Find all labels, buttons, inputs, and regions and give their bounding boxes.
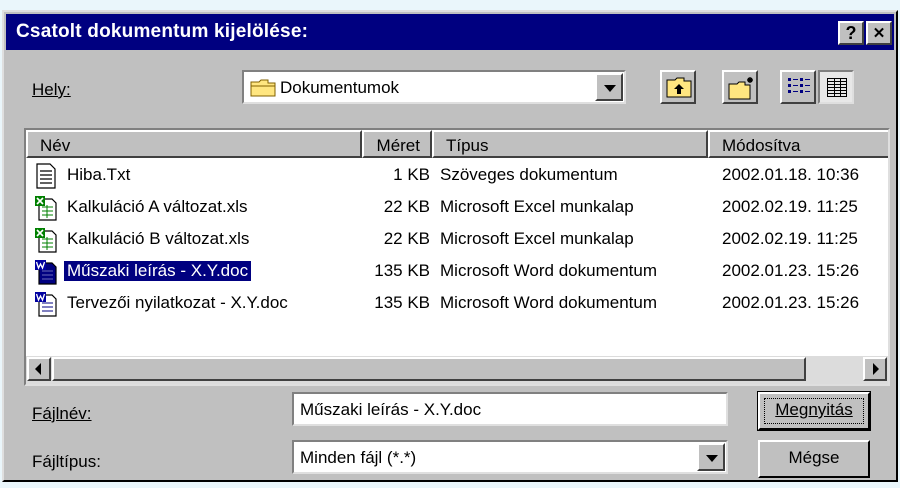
excel-file-icon [35, 228, 57, 253]
scroll-thumb[interactable] [52, 357, 806, 381]
new-folder-button[interactable] [722, 70, 758, 104]
column-header-name[interactable]: Név [26, 130, 362, 158]
file-name: Tervezői nyilatkozat - X.Y.doc [67, 293, 288, 312]
file-modified: 2002.01.18. 10:36 [722, 165, 860, 184]
file-name: Hiba.Txt [67, 165, 131, 184]
up-one-level-button[interactable] [660, 70, 696, 104]
filetype-label: Fájltípus: [32, 452, 101, 471]
text-file-icon [36, 163, 56, 189]
word-file-icon [35, 260, 57, 285]
filename-input[interactable]: Műszaki leírás - X.Y.doc [292, 392, 728, 426]
file-modified: 2002.02.19. 11:25 [722, 229, 858, 248]
details-view-button[interactable] [818, 70, 854, 104]
file-name: Műszaki leírás - X.Y.doc [62, 260, 253, 282]
file-type: Microsoft Word dokumentum [440, 261, 657, 280]
file-size: 135 KB [374, 293, 430, 312]
filetype-dropdown-button[interactable] [697, 443, 725, 471]
scroll-left-button[interactable] [27, 357, 51, 381]
filetype-value: Minden fájl (*.*) [300, 448, 417, 467]
open-file-dialog: Csatolt dokumentum kijelölése: ? ✕ Hely:… [2, 10, 898, 482]
file-row-selected[interactable]: Műszaki leírás - X.Y.doc 135 KB Microsof… [26, 256, 888, 288]
location-dropdown-button[interactable] [595, 73, 623, 101]
filename-value: Műszaki leírás - X.Y.doc [300, 400, 482, 419]
file-modified: 2002.01.23. 15:26 [722, 293, 860, 312]
file-type: Microsoft Word dokumentum [440, 293, 657, 312]
arrow-left-icon [35, 363, 41, 375]
filename-label: Fájlnév: [32, 404, 92, 423]
file-row[interactable]: Kalkuláció B változat.xls 22 KB Microsof… [26, 224, 888, 256]
file-size: 135 KB [374, 261, 430, 280]
file-type: Szöveges dokumentum [440, 165, 618, 184]
open-button[interactable]: Megnyitás [757, 391, 871, 431]
filetype-combo[interactable]: Minden fájl (*.*) [292, 440, 728, 474]
file-modified: 2002.02.19. 11:25 [722, 197, 858, 216]
up-folder-icon [666, 77, 692, 98]
excel-file-icon [35, 196, 57, 221]
file-size: 22 KB [383, 229, 430, 248]
file-type: Microsoft Excel munkalap [440, 229, 634, 248]
new-folder-icon [728, 77, 753, 100]
file-row[interactable]: Kalkuláció A változat.xls 22 KB Microsof… [26, 192, 888, 224]
scroll-right-button[interactable] [863, 357, 887, 381]
location-combo[interactable]: Dokumentumok [242, 70, 626, 104]
file-row[interactable]: Hiba.Txt 1 KB Szöveges dokumentum 2002.0… [26, 160, 888, 192]
close-button[interactable]: ✕ [866, 21, 892, 45]
list-view-button[interactable] [780, 70, 816, 104]
column-header-modified[interactable]: Módosítva [708, 130, 888, 158]
file-modified: 2002.01.23. 15:26 [722, 261, 860, 280]
column-header-type[interactable]: Típus [432, 130, 708, 158]
file-list[interactable]: Név Méret Típus Módosítva Hiba.Txt 1 KB … [24, 128, 890, 386]
list-view-icon [788, 78, 810, 93]
file-size: 22 KB [383, 197, 430, 216]
file-type: Microsoft Excel munkalap [440, 197, 634, 216]
file-size: 1 KB [393, 165, 430, 184]
help-button[interactable]: ? [838, 21, 864, 45]
arrow-right-icon [873, 363, 879, 375]
file-name: Kalkuláció A változat.xls [67, 197, 248, 216]
folder-icon [250, 79, 276, 97]
details-view-icon [827, 78, 847, 97]
dialog-title: Csatolt dokumentum kijelölése: [16, 21, 309, 42]
location-value: Dokumentumok [280, 78, 400, 97]
location-label: Hely: [32, 80, 71, 99]
file-name: Kalkuláció B változat.xls [67, 229, 250, 248]
word-file-icon [35, 292, 57, 317]
title-bar[interactable]: Csatolt dokumentum kijelölése: ? ✕ [6, 14, 894, 50]
cancel-button[interactable]: Mégse [758, 440, 870, 478]
file-row[interactable]: Tervezői nyilatkozat - X.Y.doc 135 KB Mi… [26, 288, 888, 320]
column-header-size[interactable]: Méret [362, 130, 432, 158]
horizontal-scrollbar[interactable] [26, 356, 888, 384]
